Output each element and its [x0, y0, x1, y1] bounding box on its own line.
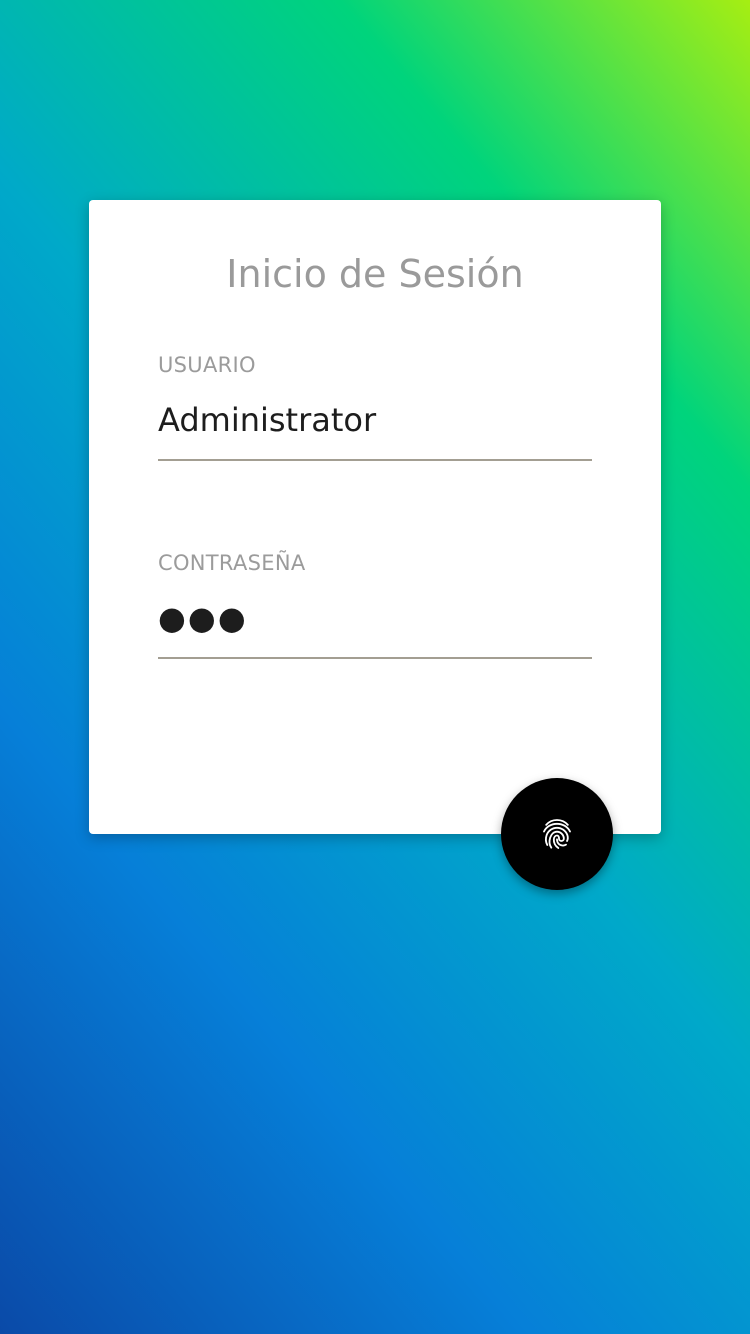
password-field[interactable]: CONTRASEÑA ●●●: [158, 548, 592, 659]
page-title: Inicio de Sesión: [226, 252, 524, 296]
username-label: USUARIO: [158, 353, 256, 377]
username-field[interactable]: USUARIO Administrator: [158, 350, 592, 461]
username-underline: [158, 459, 592, 461]
password-underline: [158, 657, 592, 659]
password-input[interactable]: ●●●: [158, 596, 592, 640]
fingerprint-icon: [537, 814, 577, 854]
fingerprint-button[interactable]: [501, 778, 613, 890]
username-input[interactable]: Administrator: [158, 398, 592, 442]
login-card: Inicio de Sesión USUARIO Administrator C…: [89, 200, 661, 834]
login-screen: Inicio de Sesión USUARIO Administrator C…: [0, 0, 750, 1334]
password-label: CONTRASEÑA: [158, 551, 306, 575]
